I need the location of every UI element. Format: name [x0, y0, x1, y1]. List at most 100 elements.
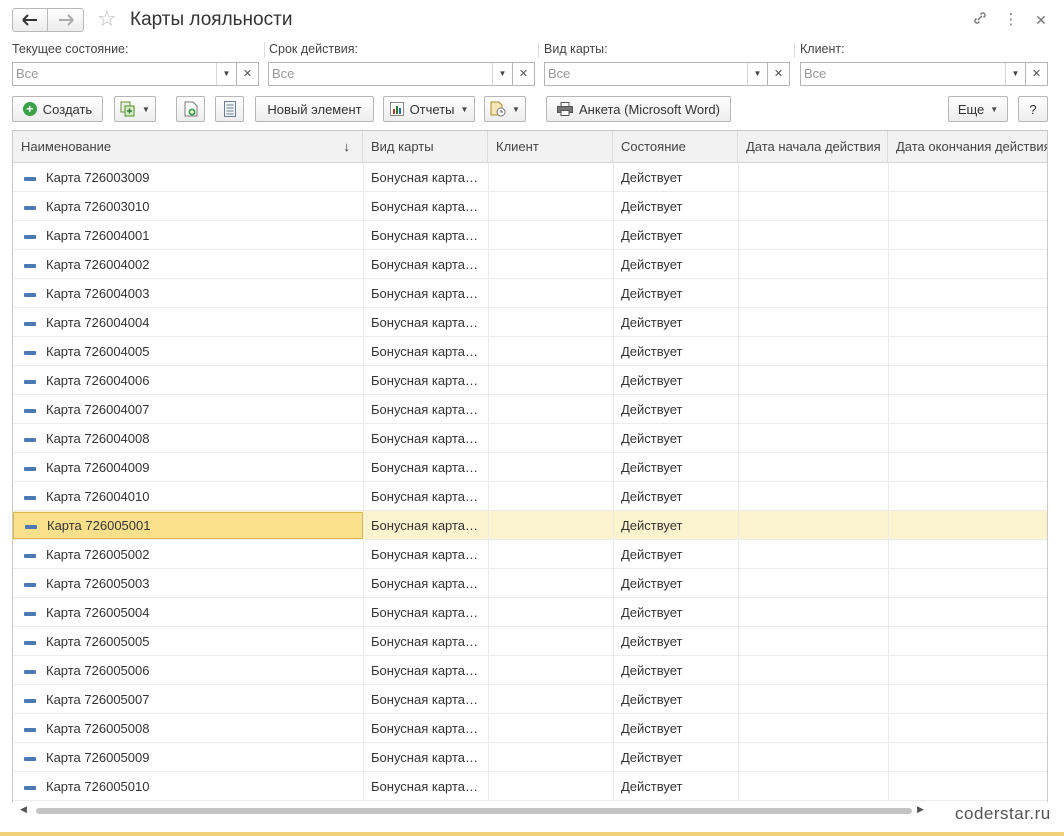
- start-date-cell[interactable]: [738, 598, 888, 627]
- end-date-cell[interactable]: [888, 627, 1047, 656]
- client-cell[interactable]: [488, 221, 613, 250]
- client-cell[interactable]: [488, 540, 613, 569]
- client-cell[interactable]: [488, 337, 613, 366]
- clear-icon[interactable]: ✕: [767, 63, 789, 85]
- column-header-name[interactable]: Наименование ↓: [13, 131, 363, 163]
- table-row[interactable]: Карта 726004009 Бонусная карта… Действует: [13, 453, 1047, 482]
- card-type-cell[interactable]: Бонусная карта…: [363, 743, 488, 772]
- client-cell[interactable]: [488, 714, 613, 743]
- table-row[interactable]: Карта 726005005 Бонусная карта… Действует: [13, 627, 1047, 656]
- name-cell[interactable]: Карта 726004006: [13, 366, 363, 395]
- table-row[interactable]: Карта 726005010 Бонусная карта… Действует: [13, 772, 1047, 801]
- clear-icon[interactable]: ✕: [512, 63, 534, 85]
- client-cell[interactable]: [488, 569, 613, 598]
- table-row[interactable]: Карта 726004005 Бонусная карта… Действует: [13, 337, 1047, 366]
- start-date-cell[interactable]: [738, 482, 888, 511]
- start-date-cell[interactable]: [738, 714, 888, 743]
- card-type-cell[interactable]: Бонусная карта…: [363, 395, 488, 424]
- more-button[interactable]: Еще ▼: [948, 96, 1008, 122]
- table-row[interactable]: Карта 726004003 Бонусная карта… Действует: [13, 279, 1047, 308]
- state-cell[interactable]: Действует: [613, 337, 738, 366]
- clear-icon[interactable]: ✕: [236, 63, 258, 85]
- state-cell[interactable]: Действует: [613, 569, 738, 598]
- more-vert-icon[interactable]: ⋮: [1001, 10, 1021, 30]
- state-cell[interactable]: Действует: [613, 540, 738, 569]
- start-date-cell[interactable]: [738, 772, 888, 801]
- end-date-cell[interactable]: [888, 366, 1047, 395]
- name-cell[interactable]: Карта 726004008: [13, 424, 363, 453]
- end-date-cell[interactable]: [888, 250, 1047, 279]
- card-type-cell[interactable]: Бонусная карта…: [363, 163, 488, 192]
- start-date-cell[interactable]: [738, 569, 888, 598]
- card-type-cell[interactable]: Бонусная карта…: [363, 714, 488, 743]
- client-cell[interactable]: [488, 250, 613, 279]
- name-cell[interactable]: Карта 726005009: [13, 743, 363, 772]
- name-cell[interactable]: Карта 726004007: [13, 395, 363, 424]
- column-header-start-date[interactable]: Дата начала действия: [738, 131, 888, 163]
- client-cell[interactable]: [488, 395, 613, 424]
- filter-period-field[interactable]: Все ▼ ✕: [268, 62, 535, 86]
- table-row[interactable]: Карта 726005002 Бонусная карта… Действует: [13, 540, 1047, 569]
- end-date-cell[interactable]: [888, 279, 1047, 308]
- chevron-down-icon[interactable]: ▼: [492, 63, 512, 85]
- start-date-cell[interactable]: [738, 656, 888, 685]
- name-cell[interactable]: Карта 726003009: [13, 163, 363, 192]
- start-date-cell[interactable]: [738, 395, 888, 424]
- end-date-cell[interactable]: [888, 772, 1047, 801]
- table-row[interactable]: Карта 726004010 Бонусная карта… Действует: [13, 482, 1047, 511]
- state-cell[interactable]: Действует: [613, 511, 738, 540]
- table-row[interactable]: Карта 726004002 Бонусная карта… Действует: [13, 250, 1047, 279]
- card-type-cell[interactable]: Бонусная карта…: [363, 250, 488, 279]
- create-button[interactable]: + Создать: [12, 96, 103, 122]
- name-cell[interactable]: Карта 726005006: [13, 656, 363, 685]
- card-type-cell[interactable]: Бонусная карта…: [363, 511, 488, 540]
- start-date-cell[interactable]: [738, 366, 888, 395]
- end-date-cell[interactable]: [888, 192, 1047, 221]
- table-row[interactable]: Карта 726005003 Бонусная карта… Действует: [13, 569, 1047, 598]
- client-cell[interactable]: [488, 511, 613, 540]
- cards-table[interactable]: Наименование ↓ Вид карты Клиент Состояни…: [12, 130, 1048, 820]
- filter-state-field[interactable]: Все ▼ ✕: [12, 62, 259, 86]
- card-type-cell[interactable]: Бонусная карта…: [363, 424, 488, 453]
- end-date-cell[interactable]: [888, 598, 1047, 627]
- client-cell[interactable]: [488, 453, 613, 482]
- state-cell[interactable]: Действует: [613, 163, 738, 192]
- client-cell[interactable]: [488, 366, 613, 395]
- client-cell[interactable]: [488, 279, 613, 308]
- table-row[interactable]: Карта 726004006 Бонусная карта… Действует: [13, 366, 1047, 395]
- name-cell[interactable]: Карта 726005001: [13, 512, 363, 539]
- state-cell[interactable]: Действует: [613, 192, 738, 221]
- state-cell[interactable]: Действует: [613, 743, 738, 772]
- add-doc-button[interactable]: [176, 96, 205, 122]
- help-button[interactable]: ?: [1018, 96, 1048, 122]
- start-date-cell[interactable]: [738, 511, 888, 540]
- horizontal-scrollbar[interactable]: ◀ ▶: [12, 802, 1048, 820]
- state-cell[interactable]: Действует: [613, 772, 738, 801]
- start-date-cell[interactable]: [738, 540, 888, 569]
- word-form-button[interactable]: Анкета (Microsoft Word): [546, 96, 731, 122]
- client-cell[interactable]: [488, 772, 613, 801]
- card-type-cell[interactable]: Бонусная карта…: [363, 598, 488, 627]
- end-date-cell[interactable]: [888, 656, 1047, 685]
- card-type-cell[interactable]: Бонусная карта…: [363, 569, 488, 598]
- state-cell[interactable]: Действует: [613, 453, 738, 482]
- state-cell[interactable]: Действует: [613, 714, 738, 743]
- client-cell[interactable]: [488, 656, 613, 685]
- start-date-cell[interactable]: [738, 424, 888, 453]
- card-type-cell[interactable]: Бонусная карта…: [363, 685, 488, 714]
- column-header-state[interactable]: Состояние: [613, 131, 738, 163]
- end-date-cell[interactable]: [888, 511, 1047, 540]
- state-cell[interactable]: Действует: [613, 395, 738, 424]
- client-cell[interactable]: [488, 598, 613, 627]
- client-cell[interactable]: [488, 308, 613, 337]
- state-cell[interactable]: Действует: [613, 598, 738, 627]
- card-type-cell[interactable]: Бонусная карта…: [363, 540, 488, 569]
- card-type-cell[interactable]: Бонусная карта…: [363, 221, 488, 250]
- back-button[interactable]: [12, 8, 48, 32]
- state-cell[interactable]: Действует: [613, 685, 738, 714]
- end-date-cell[interactable]: [888, 163, 1047, 192]
- name-cell[interactable]: Карта 726005002: [13, 540, 363, 569]
- table-row[interactable]: Карта 726004004 Бонусная карта… Действует: [13, 308, 1047, 337]
- table-row[interactable]: Карта 726005006 Бонусная карта… Действует: [13, 656, 1047, 685]
- client-cell[interactable]: [488, 482, 613, 511]
